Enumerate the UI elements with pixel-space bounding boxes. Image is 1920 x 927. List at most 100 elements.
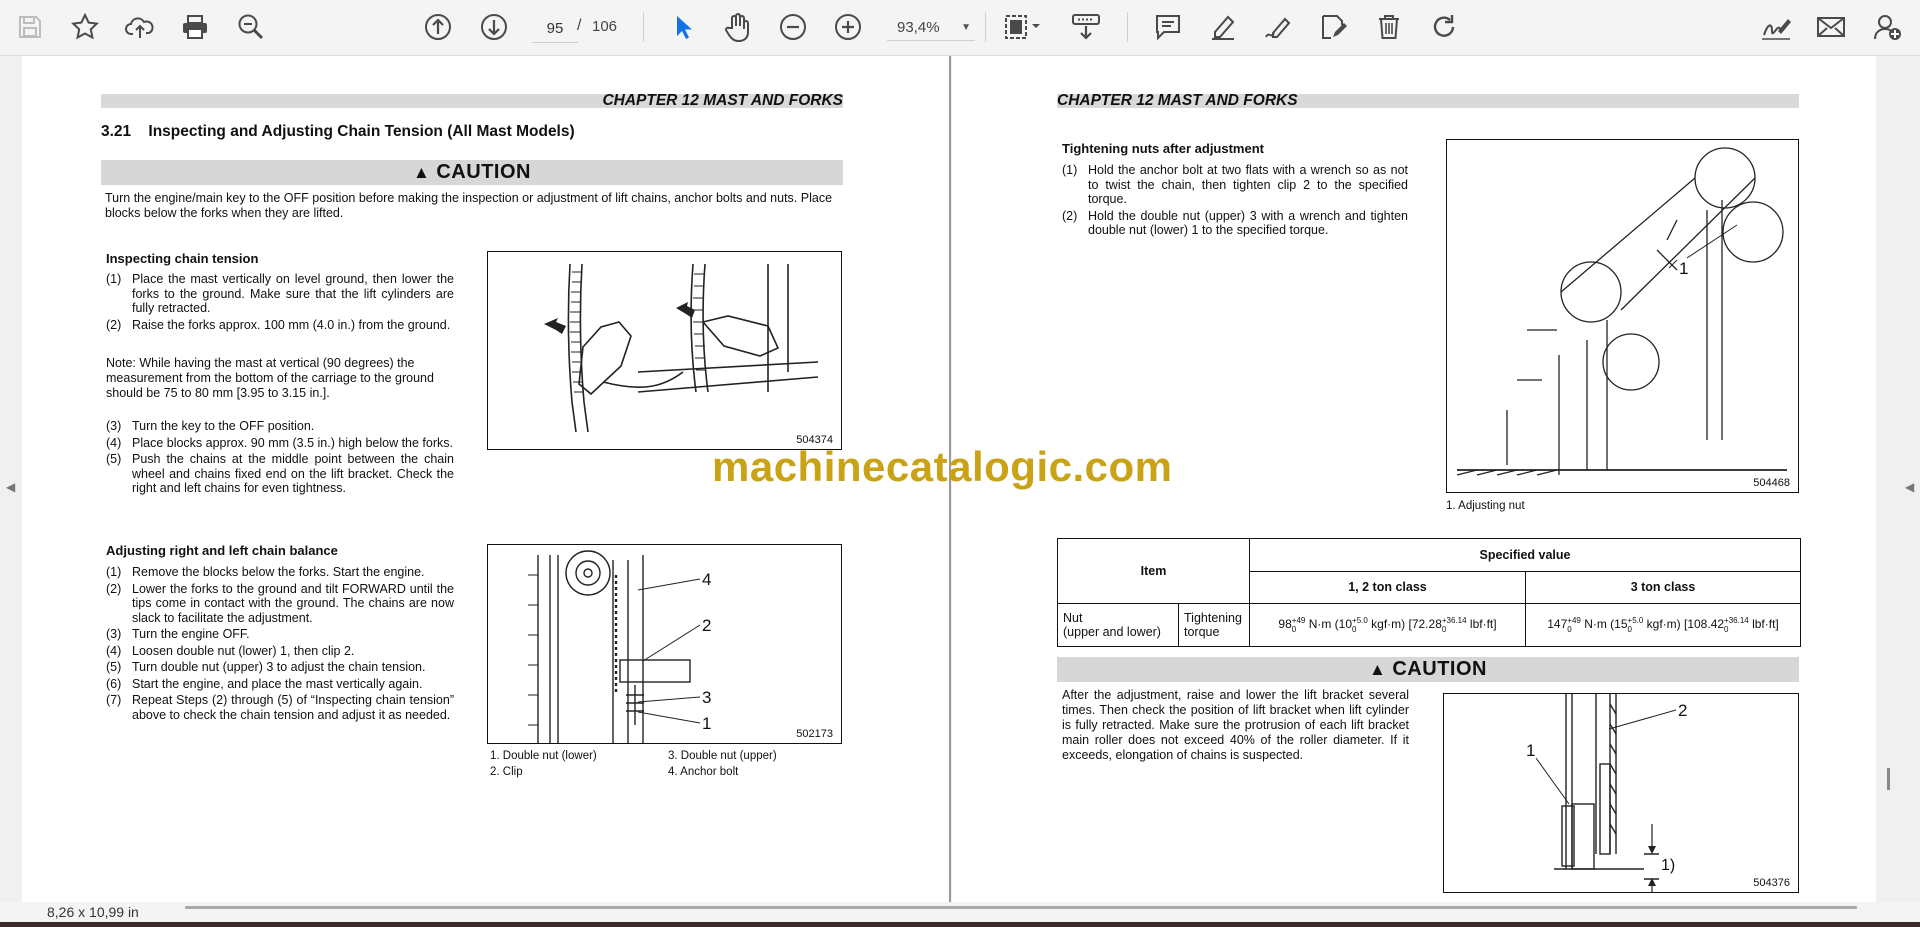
chapter-title-right: CHAPTER 12 MAST AND FORKS <box>1057 92 1298 109</box>
inspect-steps-list: (1) Place the mast vertically on level gr… <box>106 272 454 334</box>
page-down-icon[interactable] <box>476 9 512 45</box>
caution-bar-left: ▲ CAUTION <box>101 160 843 185</box>
callout-label: 2 <box>1678 701 1687 720</box>
zoom-out-search-icon[interactable] <box>233 9 269 45</box>
comment-icon[interactable] <box>1150 9 1186 45</box>
section-title: 3.21 Inspecting and Adjusting Chain Tens… <box>101 123 575 140</box>
zoom-minus-icon[interactable] <box>775 9 811 45</box>
table-cell-item: Nut (upper and lower) <box>1057 603 1179 647</box>
print-icon[interactable] <box>177 9 213 45</box>
figure-caption: 1. Double nut (lower) <box>490 750 597 762</box>
inspect-steps-list-2: (3) Turn the key to the OFF position. (4)… <box>106 419 454 498</box>
page-separator: / <box>577 17 582 34</box>
specification-table: Item Specified value 1, 2 ton class 3 to… <box>1057 538 1801 647</box>
caution-text-right: After the adjustment, raise and lower th… <box>1062 688 1409 762</box>
adjust-heading: Adjusting right and left chain balance <box>106 543 338 558</box>
figure-chain-inspection: 504374 <box>487 251 842 450</box>
figure-caption: 1. Adjusting nut <box>1446 500 1525 512</box>
watermark-text: machinecatalogic.com <box>712 443 1173 490</box>
download-scroll-icon[interactable] <box>1068 9 1104 45</box>
horizontal-scrollbar[interactable] <box>185 906 1857 909</box>
previous-page-arrow-icon[interactable]: ◀ <box>6 480 15 494</box>
callout-label: 2 <box>702 616 711 635</box>
table-header-spec: Specified value <box>1249 538 1801 572</box>
taskbar-edge <box>0 922 1920 927</box>
figure-code: 504376 <box>1753 877 1790 889</box>
toolbar-divider <box>1127 12 1128 42</box>
inspect-note: Note: While having the mast at vertical … <box>106 356 434 400</box>
page-number-input[interactable] <box>532 14 578 43</box>
caution-bar-right: ▲ CAUTION <box>1057 657 1799 682</box>
toolbar: / 106 93,4% ▼ <box>0 0 1920 56</box>
hand-pan-icon[interactable] <box>720 9 756 45</box>
tighten-heading: Tightening nuts after adjustment <box>1062 141 1264 156</box>
list-item: (4) Place blocks approx. 90 mm (3.5 in.) … <box>106 435 453 450</box>
page-total: 106 <box>592 18 618 35</box>
zoom-value: 93,4% <box>897 18 940 36</box>
tighten-steps-list: (1) Hold the anchor bolt at two flats wit… <box>1062 163 1408 240</box>
caution-label: CAUTION <box>436 161 531 183</box>
toolbar-divider <box>985 12 986 42</box>
callout-label: 4 <box>702 570 711 589</box>
roller-protrusion-illustration: 2 1 1) <box>1526 694 1687 892</box>
list-item: (1) Hold the anchor bolt at two flats wit… <box>1062 163 1408 206</box>
adjust-steps-list: (1) Remove the blocks below the forks. St… <box>106 565 454 724</box>
chain-adjustment-illustration: 4 2 3 1 <box>528 550 711 743</box>
list-item: (4) Loosen double nut (lower) 1, then cli… <box>106 643 355 658</box>
list-item: (5) Turn double nut (upper) 3 to adjust t… <box>106 660 426 674</box>
next-page-arrow-icon[interactable]: ◀ <box>1905 480 1914 494</box>
vertical-scrollbar[interactable] <box>1887 768 1890 790</box>
inspect-heading: Inspecting chain tension <box>106 251 259 266</box>
sign-icon[interactable] <box>1758 9 1794 45</box>
highlight-pen-icon[interactable] <box>1205 9 1241 45</box>
figure-roller-protrusion: 2 1 1) 504376 <box>1443 693 1799 893</box>
list-item: (5) Push the chains at the middle point b… <box>106 452 454 495</box>
rotate-icon[interactable] <box>1426 9 1462 45</box>
list-item: (7) Repeat Steps (2) through (5) of “Insp… <box>106 693 454 722</box>
zoom-plus-icon[interactable] <box>830 9 866 45</box>
list-item: (3) Turn the key to the OFF position. <box>106 419 315 433</box>
figure-chain-adjustment: 4 2 3 1 502173 <box>487 544 842 744</box>
status-bar: 8,26 x 10,99 in <box>0 902 1920 922</box>
email-icon[interactable] <box>1813 9 1849 45</box>
caution-label: CAUTION <box>1392 658 1487 680</box>
list-item: (3) Turn the engine OFF. <box>106 627 250 641</box>
page-up-icon[interactable] <box>420 9 456 45</box>
edit-icon[interactable] <box>1316 9 1352 45</box>
page-size-label: 8,26 x 10,99 in <box>47 904 139 920</box>
table-header-item: Item <box>1057 538 1250 604</box>
table-cell-sub: Tightening torque <box>1178 603 1250 647</box>
select-pointer-icon[interactable] <box>665 9 701 45</box>
share-user-icon[interactable] <box>1870 9 1906 45</box>
callout-label: 3 <box>702 688 711 707</box>
chevron-down-icon: ▼ <box>961 21 971 33</box>
list-item: (1) Place the mast vertically on level gr… <box>106 272 454 315</box>
figure-code: 502173 <box>796 728 833 740</box>
chapter-title-left: CHAPTER 12 MAST AND FORKS <box>602 92 843 109</box>
table-header-class-a: 1, 2 ton class <box>1249 570 1526 604</box>
table-cell-value-b: 147 +49 0 N·m (15 +5.0 0 kgf·m) [108.42 +36.1… <box>1525 603 1801 647</box>
draw-pen-icon[interactable] <box>1260 9 1296 45</box>
save-icon[interactable] <box>12 9 48 45</box>
zoom-select[interactable]: 93,4% ▼ <box>887 14 975 41</box>
figure-caption: 2. Clip <box>490 766 523 778</box>
upload-cloud-icon[interactable] <box>122 9 158 45</box>
figure-code: 504468 <box>1753 477 1790 489</box>
table-row: Nut (upper and lower) Tightening torque … <box>1057 603 1801 647</box>
callout-label: 1 <box>702 714 711 733</box>
warning-triangle-icon: ▲ <box>413 162 431 182</box>
table-cell-value-a: 98 +49 0 N·m (10 +5.0 0 kgf·m) [72.28 +36.14 0… <box>1249 603 1526 647</box>
figure-caption: 3. Double nut (upper) <box>668 750 777 762</box>
chain-inspection-illustration <box>544 263 819 433</box>
list-item: (2) Hold the double nut (upper) 3 with a … <box>1062 208 1408 238</box>
delete-icon[interactable] <box>1371 9 1407 45</box>
adjusting-nut-illustration: 1 <box>1456 147 1787 476</box>
toolbar-divider <box>643 12 644 42</box>
list-item: (2) Lower the forks to the ground and til… <box>106 581 454 625</box>
callout-label: 1) <box>1661 857 1675 874</box>
fit-page-icon[interactable] <box>1000 9 1046 45</box>
list-item: (6) Start the engine, and place the mast … <box>106 676 423 691</box>
caution-text-left: Turn the engine/main key to the OFF posi… <box>105 191 833 220</box>
bookmark-star-icon[interactable] <box>67 9 103 45</box>
list-item: (1) Remove the blocks below the forks. St… <box>106 565 425 579</box>
